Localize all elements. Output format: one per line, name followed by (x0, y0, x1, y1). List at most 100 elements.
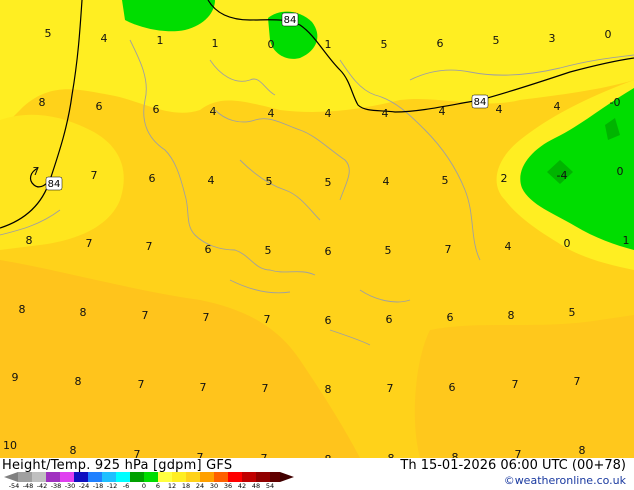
temp-label: 3 (549, 32, 556, 45)
temp-label: 7 (197, 451, 204, 458)
colorbar-segment (186, 472, 200, 482)
temp-label: 7 (86, 237, 93, 250)
colorbar-segment (102, 472, 116, 482)
temp-label: 7 (33, 165, 40, 178)
colorbar-tick: 54 (265, 482, 275, 490)
temp-label: -0 (610, 96, 621, 109)
temp-label: 5 (266, 175, 273, 188)
temp-label: 8 (80, 306, 87, 319)
temp-label: 5 (381, 38, 388, 51)
temp-label: 7 (515, 448, 522, 458)
map-title: Height/Temp. 925 hPa [gdpm] GFS (2, 458, 233, 473)
temp-label: 7 (203, 311, 210, 324)
colorbar-arrow-right (280, 472, 294, 482)
colorbar-segment (214, 472, 228, 482)
colorbar-tick: -42 (36, 482, 48, 490)
temp-label: 1 (212, 37, 219, 50)
temp-label: 9 (12, 371, 19, 384)
temp-label: 7 (387, 382, 394, 395)
temp-label: 7 (264, 313, 271, 326)
colorbar-tick: -54 (8, 482, 20, 490)
colorbar-tick: -48 (22, 482, 34, 490)
temp-label: 0 (564, 237, 571, 250)
contour-label-3: 84 (45, 176, 63, 191)
colorbar-tick: -12 (106, 482, 118, 490)
colorbar-segment (256, 472, 270, 482)
temp-label: 7 (134, 448, 141, 458)
temp-label: 8 (70, 444, 77, 457)
temp-label: 4 (268, 107, 275, 120)
temp-label: 5 (325, 176, 332, 189)
temp-label: 0 (268, 38, 275, 51)
temp-label: 10 (3, 439, 17, 452)
temp-label: 8 (508, 309, 515, 322)
temp-label: 4 (208, 174, 215, 187)
colorbar-tick: 6 (155, 482, 161, 490)
temp-label: 1 (157, 34, 164, 47)
colorbar-segment (242, 472, 256, 482)
temp-label: 4 (210, 105, 217, 118)
colorbar-segment (228, 472, 242, 482)
colorbar-arrow-left (4, 472, 18, 482)
colorbar-tick: -30 (64, 482, 76, 490)
colorbar-tick: 30 (209, 482, 219, 490)
map-footer: Height/Temp. 925 hPa [gdpm] GFS Th 15-01… (0, 458, 634, 490)
colorbar-segment (158, 472, 172, 482)
temp-label: 6 (153, 103, 160, 116)
temp-label: 7 (91, 169, 98, 182)
contour-label-text: 84 (474, 97, 487, 108)
colorbar-segment (172, 472, 186, 482)
temp-label: 1 (623, 234, 630, 247)
colorbar-segment (116, 472, 130, 482)
temp-label: 0 (617, 165, 624, 178)
temp-label: 5 (569, 306, 576, 319)
temp-label: 7 (142, 309, 149, 322)
temp-label: 4 (505, 240, 512, 253)
temp-label: 4 (439, 105, 446, 118)
temp-label: 6 (437, 37, 444, 50)
contour-label-text: 84 (284, 15, 297, 26)
colorbar-segment (200, 472, 214, 482)
temp-label: 8 (579, 444, 586, 457)
temp-label: 5 (385, 244, 392, 257)
colorbar-tick: 48 (251, 482, 261, 490)
colorbar-segment (60, 472, 74, 482)
temp-label: 4 (383, 175, 390, 188)
credit-link[interactable]: ©weatheronline.co.uk (504, 474, 626, 487)
colorbar-segment (270, 472, 280, 482)
temp-label: 8 (26, 234, 33, 247)
temp-label: 8 (39, 96, 46, 109)
contour-label-1: 84 (281, 12, 299, 27)
temp-label: 6 (449, 381, 456, 394)
colorbar-segment (46, 472, 60, 482)
colorbar-ticks: -54 -48 -42 -38 -30 -24 -18 -12 -6 0 6 1… (0, 482, 300, 490)
colorbar-tick: 24 (195, 482, 205, 490)
contour-label-2: 84 (471, 94, 489, 109)
temp-label: 6 (386, 313, 393, 326)
temp-label: 8 (325, 383, 332, 396)
colorbar-segment (88, 472, 102, 482)
temp-label: 8 (75, 375, 82, 388)
temp-label: 6 (205, 243, 212, 256)
temp-label: 7 (146, 240, 153, 253)
temp-label: 8 (452, 451, 459, 458)
colorbar-tick: 12 (167, 482, 177, 490)
temp-label: 5 (45, 27, 52, 40)
temp-label: 6 (96, 100, 103, 113)
temp-label: 6 (325, 314, 332, 327)
temp-label: 8 (19, 303, 26, 316)
temp-label: 7 (512, 378, 519, 391)
colorbar-tick: 18 (181, 482, 191, 490)
colorbar-tick: -6 (122, 482, 130, 490)
temp-label: 4 (101, 32, 108, 45)
temp-label: 2 (501, 172, 508, 185)
temp-label: 6 (325, 245, 332, 258)
temp-label: 4 (554, 100, 561, 113)
colorbar-segment (74, 472, 88, 482)
temp-label: 5 (442, 174, 449, 187)
temp-label: 5 (493, 34, 500, 47)
run-info: Th 15-01-2026 06:00 UTC (00+78) (400, 458, 626, 473)
temp-label: 6 (149, 172, 156, 185)
temp-label: 4 (382, 107, 389, 120)
temp-label: 1 (325, 38, 332, 51)
